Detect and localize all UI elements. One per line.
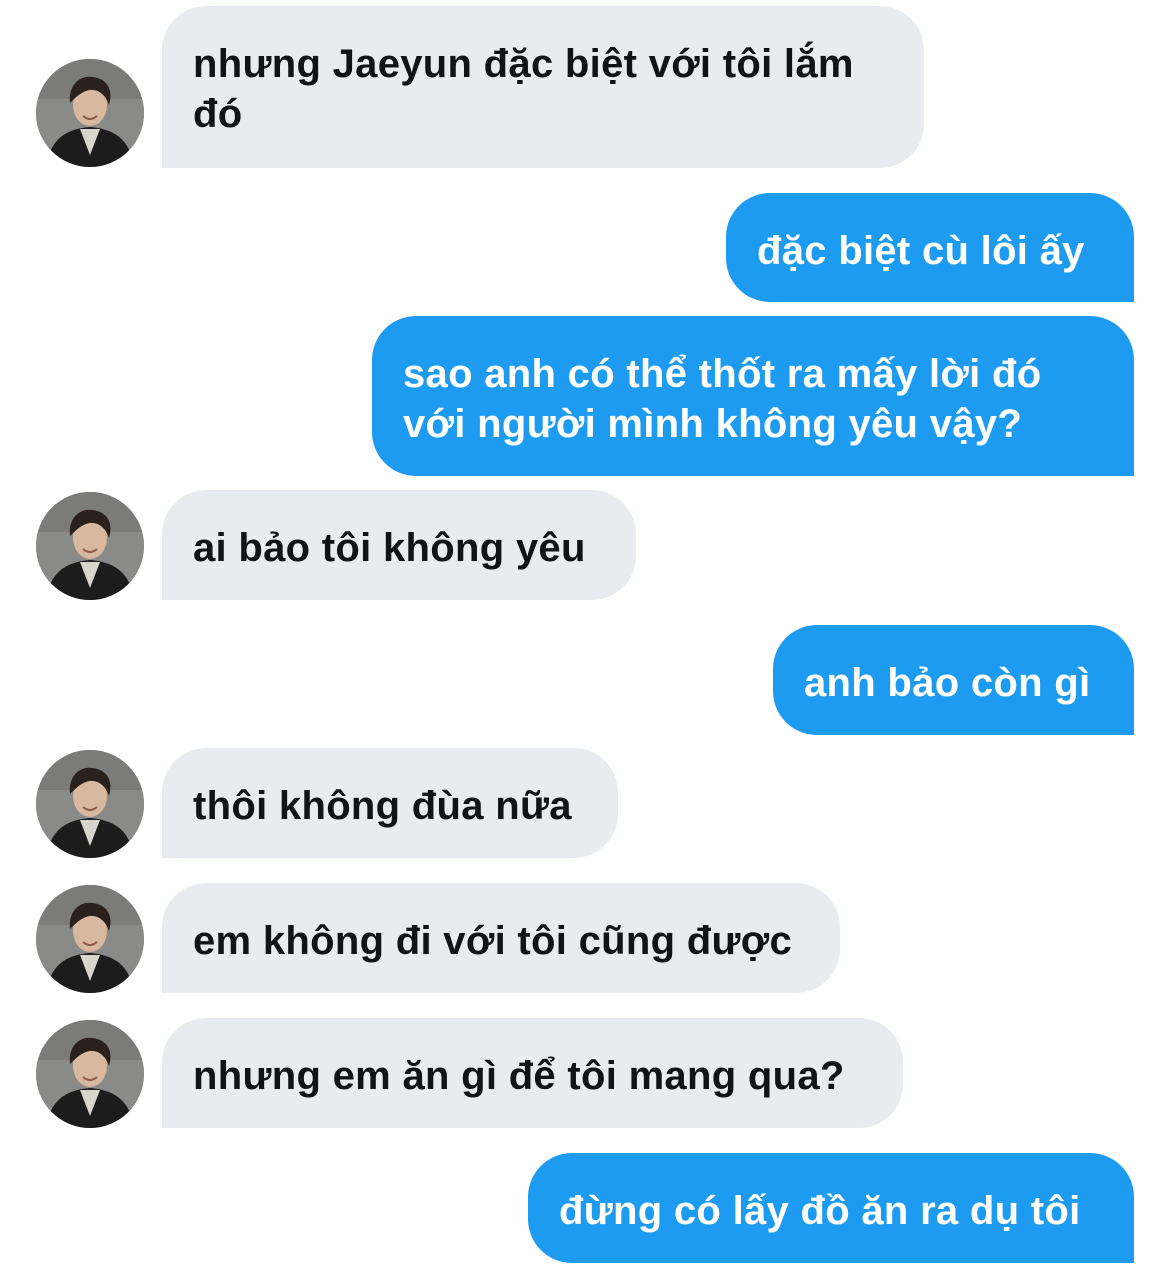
contact-avatar[interactable] [36, 59, 144, 167]
outgoing-message-bubble[interactable]: đừng có lấy đồ ăn ra dụ tôi [528, 1153, 1134, 1263]
avatar-photo-icon [36, 750, 144, 858]
outgoing-message-bubble[interactable]: anh bảo còn gì [773, 625, 1134, 735]
incoming-message-bubble[interactable]: nhưng em ăn gì để tôi mang qua? [162, 1018, 903, 1128]
message-text: đừng có lấy đồ ăn ra dụ tôi [559, 1189, 1081, 1233]
contact-avatar[interactable] [36, 492, 144, 600]
message-text: sao anh có thể thốt ra mấy lời đó với ng… [403, 352, 1053, 446]
message-text: ai bảo tôi không yêu [193, 526, 586, 570]
message-text: nhưng em ăn gì để tôi mang qua? [193, 1054, 845, 1098]
contact-avatar[interactable] [36, 885, 144, 993]
message-text: đặc biệt cù lôi ấy [757, 229, 1085, 273]
avatar-photo-icon [36, 492, 144, 600]
avatar-photo-icon [36, 59, 144, 167]
message-text: thôi không đùa nữa [193, 784, 572, 828]
incoming-message-bubble[interactable]: thôi không đùa nữa [162, 748, 618, 858]
outgoing-message-bubble[interactable]: sao anh có thể thốt ra mấy lời đó với ng… [372, 316, 1134, 476]
incoming-message-bubble[interactable]: ai bảo tôi không yêu [162, 490, 636, 600]
outgoing-message-bubble[interactable]: đặc biệt cù lôi ấy [726, 193, 1134, 302]
contact-avatar[interactable] [36, 1020, 144, 1128]
message-text: nhưng Jaeyun đặc biệt với tôi lắm đó [193, 42, 866, 136]
avatar-photo-icon [36, 885, 144, 993]
contact-avatar[interactable] [36, 750, 144, 858]
message-text: anh bảo còn gì [804, 661, 1091, 705]
incoming-message-bubble[interactable]: nhưng Jaeyun đặc biệt với tôi lắm đó [162, 6, 924, 168]
avatar-photo-icon [36, 1020, 144, 1128]
message-text: em không đi với tôi cũng được [193, 919, 793, 963]
incoming-message-bubble[interactable]: em không đi với tôi cũng được [162, 883, 840, 993]
